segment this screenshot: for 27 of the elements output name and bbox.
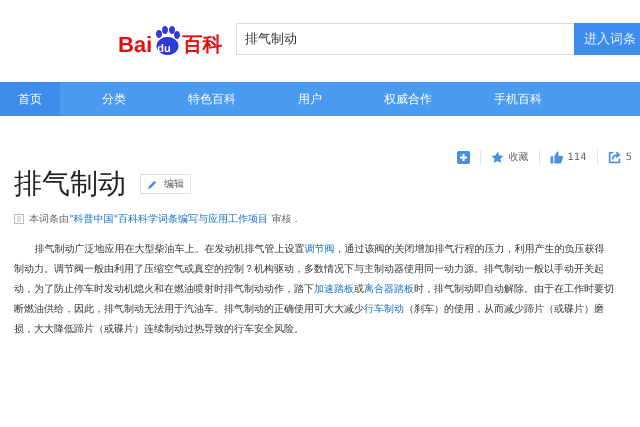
term-link[interactable]: 离合器踏板 (364, 284, 414, 295)
thumbs-up-icon[interactable] (550, 150, 563, 164)
like-count: 114 (568, 152, 587, 162)
add-icon[interactable] (456, 150, 470, 164)
star-icon[interactable] (490, 150, 504, 164)
review-project-link[interactable]: "科普中国"百科科学词条编写与应用工作项目 (69, 214, 268, 225)
document-icon (14, 214, 24, 224)
enter-entry-button[interactable]: 进入词条 (574, 23, 640, 55)
share-count: 5 (626, 152, 632, 162)
baidu-baike-logo[interactable]: Bai du 百科 (118, 26, 227, 56)
term-link[interactable]: 行车制动 (364, 304, 404, 315)
favorite-label[interactable]: 收藏 (508, 150, 529, 164)
nav-tab[interactable]: 首页 (0, 82, 60, 116)
nav-tab[interactable]: 权威合作 (366, 82, 450, 116)
article-paragraph: 排气制动广泛地应用在大型柴油车上。在发动机排气管上设置调节阀，通过该阀的关闭增加排气行程的压力，利用产生的负压获得制动力。调节阀一般由利用了压缩空气或真空的控制？机构驱动，多数情况下与主制动器使用同一动力源。排气制动一般以手动开关起动，为了防止停车时发动机熄火和在燃油喷射时排气制动动作，踏下加速踏板或离合器踏板时，排气制动即自动解除。由于在工作时要切断燃油供给，因此，排气制动无法用于汽油车。排气制动的正确使用可大大减少行车制动（刹车）的使用，从而减少蹄片（或碟片）磨损，大大降低蹄片（或碟片）连续制动过热导致的行车安全风险。 (14, 242, 614, 337)
nav-tab[interactable]: 用户 (280, 82, 340, 116)
entry-title: 排气制动 (14, 166, 126, 202)
nav-tab[interactable]: 手机百科 (476, 82, 560, 116)
term-link[interactable]: 加速踏板 (314, 284, 354, 295)
review-note: 本词条由"科普中国"百科科学词条编写与应用工作项目 审核 . (29, 212, 298, 226)
nav-tab[interactable]: 特色百科 (170, 82, 254, 116)
term-link[interactable]: 调节阀 (304, 244, 334, 255)
edit-button[interactable]: 编辑 (140, 174, 191, 194)
search-field[interactable]: 排气制动 (236, 23, 574, 55)
pencil-icon (147, 178, 158, 190)
share-icon[interactable] (608, 150, 621, 164)
nav-tab[interactable]: 分类 (84, 82, 144, 116)
